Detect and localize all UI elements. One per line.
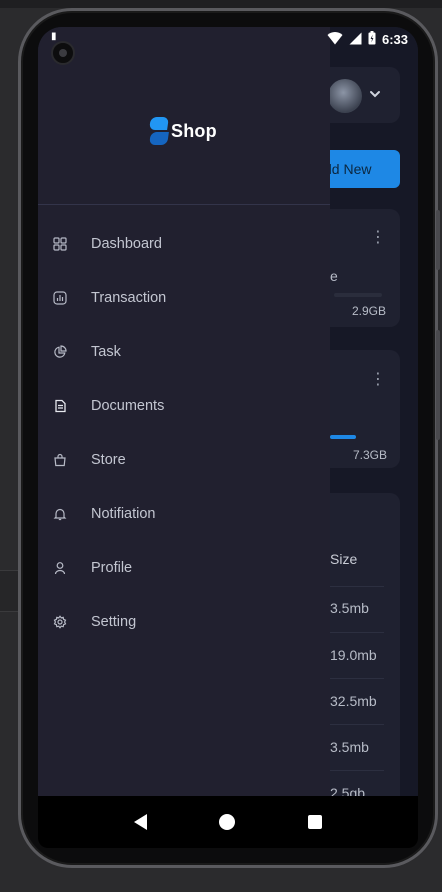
table-divider [328, 678, 384, 679]
status-bar: 6:33 [327, 31, 408, 48]
pie-icon [52, 344, 68, 360]
storage-card-1-value: 2.9GB [352, 304, 387, 318]
menu-label: Documents [91, 398, 165, 414]
menu-item-dashboard[interactable]: Dashboard [38, 217, 330, 271]
table-divider [328, 770, 384, 771]
battery-icon [368, 31, 376, 48]
storage-card-1-label: e [330, 268, 338, 284]
gear-icon [52, 614, 68, 630]
menu-item-store[interactable]: Store [38, 433, 330, 487]
power-button [436, 330, 440, 440]
storage-progress-1 [334, 293, 382, 297]
menu-item-setting[interactable]: Setting [38, 595, 330, 649]
menu-label: Setting [91, 614, 137, 630]
device-screen: dd New ⋮ e 2.9GB ⋮ 7.3GB Size 3.5mb 19.0… [38, 27, 418, 837]
chevron-down-icon[interactable] [368, 87, 382, 104]
menu-item-transaction[interactable]: Transaction [38, 271, 330, 325]
wifi-icon [327, 31, 343, 48]
signal-icon [349, 32, 362, 48]
more-options-icon[interactable]: ⋮ [370, 230, 386, 246]
system-navigation-bar [38, 796, 418, 848]
navigation-drawer: Shop Dashboard Transaction Task Document… [38, 27, 330, 837]
volume-button [436, 210, 440, 270]
menu-item-notification[interactable]: Notifiation [38, 487, 330, 541]
recent-apps-icon[interactable] [307, 815, 322, 829]
menu-label: Notifiation [91, 506, 156, 522]
table-cell-size: 19.0mb [330, 647, 377, 663]
more-options-icon[interactable]: ⋮ [370, 372, 386, 388]
logo-text: Shop [171, 120, 217, 141]
table-divider [328, 632, 384, 633]
logo-icon [149, 117, 170, 145]
menu-label: Task [91, 344, 121, 360]
drawer-header: Shop [38, 27, 330, 205]
menu-item-profile[interactable]: Profile [38, 541, 330, 595]
grid-icon [52, 236, 68, 252]
user-icon [52, 560, 68, 576]
drawer-menu: Dashboard Transaction Task Documents Sto… [38, 217, 330, 649]
table-cell-size: 3.5mb [330, 739, 369, 755]
table-cell-size: 32.5mb [330, 693, 377, 709]
app-logo[interactable]: Shop [149, 117, 217, 145]
menu-item-task[interactable]: Task [38, 325, 330, 379]
front-camera [51, 41, 75, 65]
back-icon[interactable] [134, 814, 148, 830]
table-header-size: Size [330, 551, 358, 567]
status-time: 6:33 [381, 32, 408, 47]
notification-icon: ▮ [51, 31, 57, 42]
bag-icon [52, 452, 68, 468]
storage-progress-2 [330, 435, 356, 439]
home-icon[interactable] [219, 814, 236, 830]
menu-label: Store [91, 452, 126, 468]
table-divider [328, 586, 384, 587]
storage-card-2-value: 7.3GB [353, 448, 388, 462]
avatar[interactable] [328, 79, 362, 113]
background-strip [0, 0, 442, 8]
table-cell-size: 3.5mb [330, 600, 369, 616]
chart-icon [52, 290, 68, 306]
add-new-button[interactable]: dd New [320, 150, 400, 188]
document-icon [52, 398, 68, 414]
menu-label: Dashboard [91, 236, 162, 252]
menu-item-documents[interactable]: Documents [38, 379, 330, 433]
bell-icon [52, 506, 68, 522]
table-divider [328, 724, 384, 725]
menu-label: Transaction [91, 290, 167, 306]
menu-label: Profile [91, 560, 133, 576]
